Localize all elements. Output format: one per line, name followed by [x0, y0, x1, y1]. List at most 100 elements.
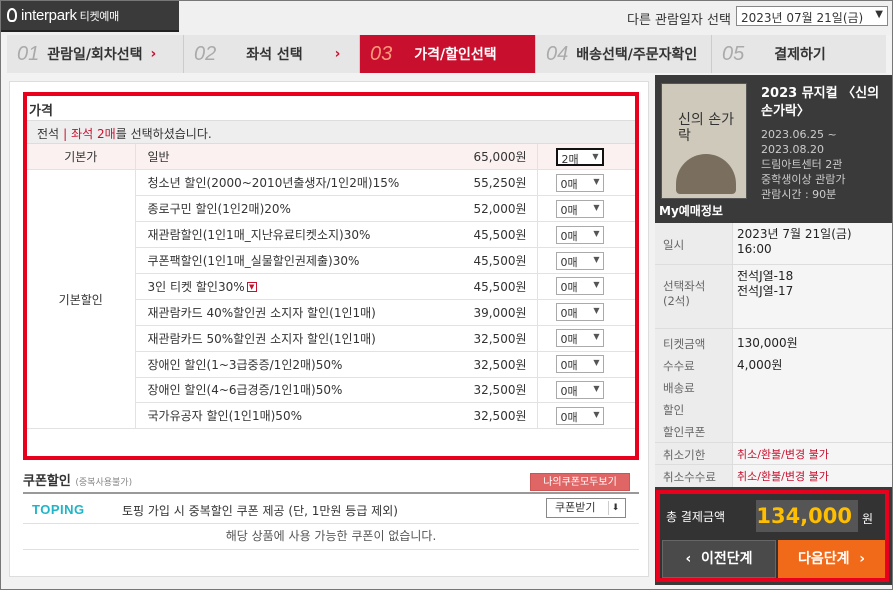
view-my-coupons-button[interactable]: 나의쿠폰모두보기 — [530, 473, 630, 491]
step-label: 좌석 선택 — [246, 47, 303, 63]
info-value: 취소/환불/변경 불가 — [737, 448, 829, 461]
next-step-button[interactable]: 다음단계 › — [778, 540, 885, 578]
price-name: 종로구민 할인(1인2매)20% — [135, 195, 437, 223]
table-row: 기본할인 청소년 할인(2000~2010년출생자/1인2매)15% 55,25… — [27, 169, 635, 430]
qty-cell: 0매 ▼ — [536, 221, 635, 249]
prev-step-label: 이전단계 — [701, 551, 753, 567]
info-label: 티켓금액 — [663, 337, 706, 351]
table-row: 기본가 일반 65,000원 2매 ▼ — [27, 144, 635, 171]
price-amount: 45,500원 — [437, 221, 537, 249]
chevron-down-icon: ▼ — [593, 306, 600, 316]
booking-window: interpark 티켓예매 다른 관람일자 선택 2023년 07월 21일(금… — [0, 0, 893, 590]
step-label: 결제하기 — [774, 47, 826, 63]
seat-count: 좌석 2매 — [71, 127, 116, 141]
qty-select[interactable]: 0매 ▼ — [555, 225, 604, 244]
chevron-down-icon: ▼ — [593, 409, 600, 419]
chevron-right-icon: › — [849, 551, 866, 567]
qty-cell: 0매 ▼ — [536, 402, 635, 430]
qty-select[interactable]: 0매 ▼ — [555, 251, 604, 270]
price-name-cell: 3인 티켓 할인30% ▼ — [135, 273, 437, 300]
price-name: 재관람카드 50%할인권 소지자 할인(1인1매) — [135, 325, 437, 352]
info-value: 2023년 7월 21일(금) 16:00 — [737, 227, 852, 257]
chevron-down-icon: ▼ — [593, 358, 600, 368]
info-row-delivery: 배송료 — [655, 377, 892, 399]
chevron-right-icon: › — [334, 46, 341, 62]
info-row-fee: 수수료 4,000원 — [655, 355, 892, 377]
price-table: 기본가 일반 65,000원 2매 ▼ 기본할인 청소년 할인(2000~2010… — [27, 144, 635, 430]
qty-cell: 0매 ▼ — [536, 299, 635, 326]
dropdown-info-icon[interactable]: ▼ — [246, 282, 257, 293]
step-3[interactable]: 03 가격/할인선택 — [360, 35, 536, 73]
qty-value: 0매 — [560, 410, 578, 424]
coupon-title-text: 쿠폰할인 — [23, 474, 71, 489]
chevron-right-icon: › — [150, 46, 157, 62]
prev-step-button[interactable]: ‹ 이전단계 — [662, 540, 776, 578]
qty-select[interactable]: 0매 ▼ — [555, 380, 604, 399]
qty-value: 0매 — [560, 384, 578, 398]
coupon-note: (중복사용불가) — [75, 478, 133, 488]
qty-select[interactable]: 0매 ▼ — [555, 329, 604, 348]
top-bar: interpark 티켓예매 다른 관람일자 선택 2023년 07월 21일(금… — [1, 1, 892, 35]
date-select[interactable]: 2023년 07월 21일(금) ▼ — [736, 6, 888, 26]
step-2[interactable]: 02 좌석 선택 › — [184, 35, 360, 73]
info-label: 수수료 — [663, 359, 695, 373]
divider — [23, 549, 639, 550]
info-value: 4,000원 — [737, 358, 783, 372]
other-date-label: 다른 관람일자 선택 — [627, 13, 731, 28]
chevron-down-icon: ▼ — [593, 280, 600, 290]
date-select-value: 2023년 07월 21일(금) — [741, 11, 864, 25]
price-name: 일반 — [135, 144, 437, 171]
interpark-logo-icon — [7, 8, 17, 22]
chevron-down-icon: ▼ — [593, 228, 600, 238]
next-step-label: 다음단계 — [797, 551, 850, 567]
info-label: 선택좌석 (2석) — [663, 279, 705, 309]
date-value: 2023년 7월 21일(금) — [737, 227, 852, 241]
info-label: 배송료 — [663, 381, 695, 395]
price-amount: 45,500원 — [437, 273, 537, 300]
info-row-discount: 할인 — [655, 399, 892, 421]
step-5[interactable]: 05 결제하기 — [712, 35, 886, 73]
qty-cell: 0매 ▼ — [536, 377, 635, 404]
info-label: 일시 — [663, 238, 685, 252]
qty-select[interactable]: 0매 ▼ — [555, 173, 604, 192]
price-name: 재관람할인(1인1매_지난유료티켓소지)30% — [135, 221, 437, 249]
chevron-down-icon: ▼ — [593, 332, 600, 342]
qty-select[interactable]: 0매 ▼ — [555, 199, 604, 218]
seat-grade: 전석 — [37, 127, 60, 141]
time-value: 16:00 — [737, 242, 772, 256]
qty-select[interactable]: 0매 ▼ — [555, 355, 604, 374]
price-name: 장애인 할인(4~6급경증/1인1매)50% — [135, 377, 437, 404]
qty-value: 0매 — [560, 333, 578, 347]
show-poster: 신의 손가락 — [661, 83, 747, 199]
qty-cell: 2매 ▼ — [536, 144, 635, 171]
main-panel: 가격 전석 | 좌석 2매를 선택하셨습니다. 기본가 일반 65,000원 2매 ▼… — [9, 81, 649, 577]
step-1[interactable]: 01 관람일/회차선택 › — [7, 35, 184, 73]
get-coupon-button[interactable]: 쿠폰받기 ⬇ — [546, 498, 626, 518]
qty-select[interactable]: 2매 ▼ — [555, 147, 604, 166]
step-label: 배송선택/주문자확인 — [576, 47, 698, 63]
qty-select[interactable]: 0매 ▼ — [555, 277, 604, 296]
payment-summary: 총 결제금액 134,000 원 ‹ 이전단계 다음단계 › — [656, 490, 889, 582]
info-label: 취소기한 — [663, 448, 706, 462]
qty-cell: 0매 ▼ — [536, 273, 635, 300]
show-age-rating: 중학생이상 관람가 — [761, 173, 846, 186]
price-amount: 65,000원 — [437, 144, 537, 171]
price-name: 청소년 할인(2000~2010년출생자/1인2매)15% — [135, 169, 437, 197]
price-name: 쿠폰팩할인(1인1매_실물할인권제출)30% — [135, 247, 437, 274]
price-title: 가격 — [29, 104, 53, 119]
step-number: 01 — [17, 42, 40, 65]
qty-value: 0매 — [560, 177, 578, 191]
price-name: 재관람카드 40%할인권 소지자 할인(1인1매) — [135, 299, 437, 326]
chevron-left-icon: ‹ — [685, 551, 701, 567]
info-label: 할인 — [663, 403, 685, 417]
step-4[interactable]: 04 배송선택/주문자확인 — [536, 35, 712, 73]
chevron-down-icon: ▼ — [593, 254, 600, 264]
divider — [23, 492, 639, 494]
info-row-cancel-deadline: 취소기한 취소/환불/변경 불가 — [655, 443, 892, 465]
qty-select[interactable]: 0매 ▼ — [555, 303, 604, 322]
qty-value: 0매 — [560, 281, 578, 295]
qty-value: 0매 — [560, 307, 578, 321]
step-number: 02 — [194, 42, 217, 65]
get-coupon-label: 쿠폰받기 — [555, 501, 596, 514]
qty-select[interactable]: 0매 ▼ — [555, 406, 604, 425]
